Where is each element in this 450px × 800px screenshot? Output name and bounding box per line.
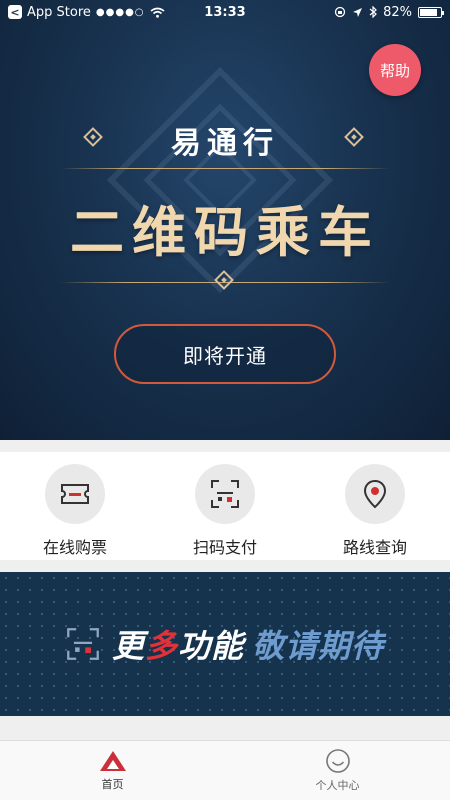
tab-home[interactable]: 首页: [0, 741, 225, 800]
home-icon: [99, 751, 126, 771]
tab-profile[interactable]: 个人中心: [225, 741, 450, 800]
action-route-query[interactable]: 路线查询: [300, 452, 450, 560]
bluetooth-icon: [369, 6, 377, 18]
banner-text-features: 功能: [178, 627, 245, 665]
action-online-ticket[interactable]: 在线购票: [0, 452, 150, 560]
location-arrow-icon: [353, 7, 363, 17]
scan-icon: [67, 628, 99, 660]
tab-bar: 首页 个人中心: [0, 740, 450, 800]
battery-icon: [418, 6, 444, 18]
action-label: 路线查询: [342, 538, 407, 557]
orientation-lock-icon: [334, 6, 346, 18]
promo-banner[interactable]: 更多功能 敬请期待: [0, 572, 450, 716]
back-app-icon[interactable]: <: [8, 5, 22, 19]
location-pin-icon: [345, 464, 405, 524]
banner-text: 更多功能 敬请期待: [112, 621, 384, 667]
tab-label: 个人中心: [315, 779, 360, 792]
hero-headline: 二维码乘车: [70, 201, 380, 264]
battery-percent: 82%: [383, 4, 412, 20]
tab-label: 首页: [101, 778, 124, 791]
brand-row: 易通行: [0, 118, 450, 161]
signal-dots: ●●●●○: [95, 6, 145, 18]
ticket-icon: [45, 464, 105, 524]
banner-text-more: 更: [111, 627, 145, 665]
action-label: 在线购票: [42, 538, 107, 557]
wifi-icon: [150, 7, 165, 18]
hero-banner: < App Store ●●●●○ 13:33 82% 帮助 易通行 二维码乘车…: [0, 0, 450, 440]
action-scan-pay[interactable]: 扫码支付: [150, 452, 300, 560]
banner-text-accent: 多: [144, 627, 178, 665]
action-label: 扫码支付: [192, 538, 257, 557]
coming-soon-button[interactable]: 即将开通: [114, 324, 336, 384]
quick-actions: 在线购票 扫码支付 路线查询: [0, 452, 450, 560]
banner-text-stay-tuned: 敬请期待: [252, 627, 385, 665]
help-button[interactable]: 帮助: [369, 44, 421, 96]
scan-icon: [195, 464, 255, 524]
status-bar: < App Store ●●●●○ 13:33 82%: [0, 0, 450, 24]
carrier-label: App Store: [27, 4, 91, 20]
brand-title: 易通行: [171, 126, 279, 161]
clock: 13:33: [204, 4, 246, 20]
gold-divider-top: [60, 168, 390, 169]
smile-icon: [325, 749, 350, 773]
